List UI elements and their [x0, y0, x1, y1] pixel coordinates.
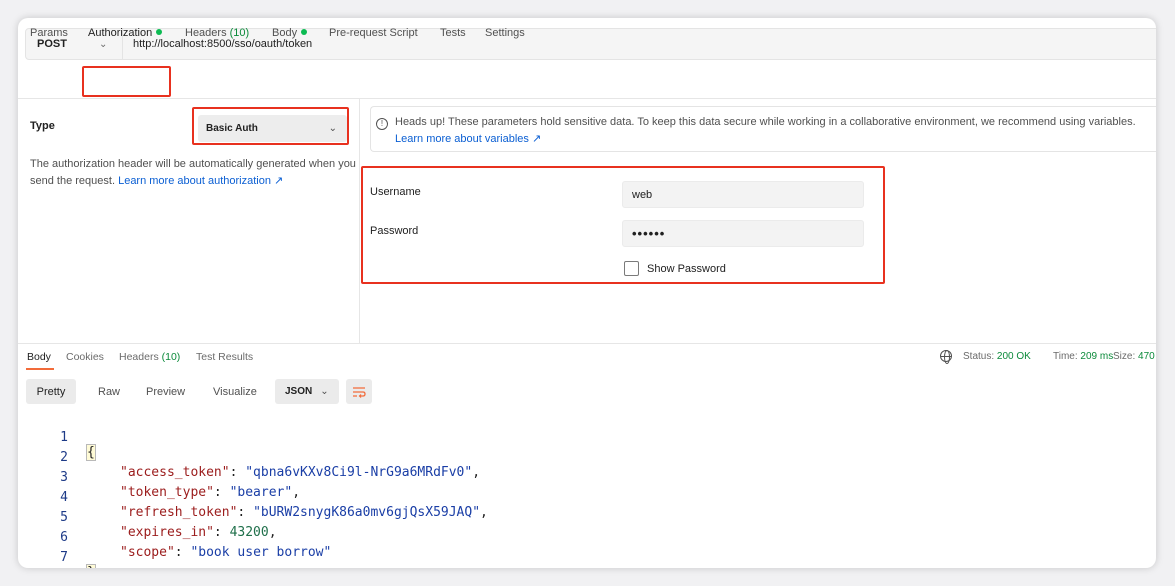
tab-params[interactable]: Params [30, 27, 68, 39]
code-line: 6 "scope": "book user borrow" [18, 515, 331, 560]
tab-headers-label: Headers [185, 27, 227, 39]
tab-authorization[interactable]: Authorization [88, 27, 163, 39]
json-value: "qbna6vKXv8Ci9l-NrG9a6MRdFv0" [245, 465, 473, 480]
globe-icon[interactable] [940, 350, 952, 364]
size-readout: Size: 470 [1113, 351, 1155, 362]
response-tab-headers-count: (10) [161, 351, 181, 363]
time-readout: Time: 209 ms [1053, 351, 1113, 362]
learn-more-authorization-link[interactable]: Learn more about authorization ↗ [118, 175, 283, 187]
response-tab-headers-label: Headers [119, 351, 159, 363]
request-panel: POST ⌄ http://localhost:8500/sso/oauth/t… [18, 18, 1156, 568]
response-tab-cookies[interactable]: Cookies [66, 351, 104, 363]
json-key: "token_type" [120, 485, 214, 500]
active-tab-underline [26, 368, 54, 370]
json-pair: "scope": "book user borrow" [120, 545, 332, 560]
divider [18, 98, 1156, 99]
chevron-down-icon: ⌄ [320, 386, 329, 397]
status-label: Status: [963, 351, 995, 362]
auth-type-label: Type [30, 120, 55, 132]
divider [18, 343, 1156, 344]
json-key: "refresh_token" [120, 505, 238, 520]
chevron-down-icon: ⌄ [99, 38, 108, 50]
json-key: "scope" [120, 545, 175, 560]
view-pretty-button[interactable]: Pretty [26, 379, 76, 404]
tab-body[interactable]: Body [272, 27, 308, 39]
wrap-lines-icon [353, 386, 366, 398]
tab-headers[interactable]: Headers (10) [185, 27, 249, 39]
json-pair: "expires_in": 43200, [120, 525, 277, 540]
method-label: POST [37, 38, 67, 50]
json-pair: "access_token": "qbna6vKXv8Ci9l-NrG9a6MR… [120, 465, 481, 480]
code-line: 1 { [18, 415, 96, 461]
view-visualize-button[interactable]: Visualize [213, 379, 257, 404]
time-value[interactable]: 209 ms [1080, 351, 1113, 362]
code-line: 7 } [18, 535, 96, 568]
view-preview-button[interactable]: Preview [146, 379, 185, 404]
code-line: 3 "token_type": "bearer", [18, 455, 300, 500]
json-pair: "token_type": "bearer", [120, 485, 301, 500]
code-line: 4 "refresh_token": "bURW2snygK86a0mv6gjQ… [18, 475, 488, 520]
time-label: Time: [1053, 351, 1078, 362]
tab-prerequest-script[interactable]: Pre-request Script [329, 27, 418, 39]
format-select[interactable]: JSON ⌄ [275, 379, 339, 404]
active-dot-icon [301, 29, 308, 35]
info-icon: ! [376, 118, 388, 130]
json-value: "bearer" [229, 485, 293, 500]
json-key: "expires_in" [120, 525, 214, 540]
code-line: 2 "access_token": "qbna6vKXv8Ci9l-NrG9a6… [18, 435, 480, 480]
tab-headers-count: (10) [229, 27, 250, 39]
highlight-credentials [361, 166, 885, 284]
tab-body-label: Body [272, 27, 298, 39]
json-brace: } [86, 564, 96, 568]
status-readout: Status: 200 OK [963, 351, 1031, 362]
json-value: "bURW2snygK86a0mv6gjQsX59JAQ" [253, 505, 481, 520]
learn-more-variables-link[interactable]: Learn more about variables ↗ [395, 132, 541, 145]
status-value[interactable]: 200 OK [997, 351, 1031, 362]
size-value[interactable]: 470 [1138, 351, 1155, 362]
tab-authorization-label: Authorization [88, 27, 153, 39]
response-tab-test-results[interactable]: Test Results [196, 351, 253, 363]
highlight-auth-type [192, 107, 349, 145]
json-pair: "refresh_token": "bURW2snygK86a0mv6gjQsX… [120, 505, 488, 520]
size-label: Size: [1113, 351, 1136, 362]
sensitive-data-banner: ! Heads up! These parameters hold sensit… [370, 106, 1156, 152]
url-input[interactable]: http://localhost:8500/sso/oauth/token [123, 38, 312, 50]
json-value: "book user borrow" [190, 545, 332, 560]
line-number: 7 [60, 550, 68, 565]
response-tab-headers[interactable]: Headers (10) [119, 351, 180, 363]
code-line: 5 "expires_in": 43200, [18, 495, 276, 540]
banner-text: Heads up! These parameters hold sensitiv… [395, 116, 1136, 128]
json-value: 43200 [229, 525, 269, 540]
tab-tests[interactable]: Tests [440, 27, 466, 39]
json-brace: { [86, 444, 96, 461]
view-raw-button[interactable]: Raw [98, 379, 120, 404]
response-tab-body[interactable]: Body [27, 351, 51, 363]
active-dot-icon [156, 29, 163, 35]
tab-settings[interactable]: Settings [485, 27, 525, 39]
wrap-lines-button[interactable] [346, 379, 372, 404]
json-key: "access_token" [120, 465, 230, 480]
format-value: JSON [285, 386, 313, 397]
divider [359, 98, 360, 343]
auth-description: The authorization header will be automat… [30, 156, 360, 190]
highlight-authorization-tab [82, 66, 171, 97]
